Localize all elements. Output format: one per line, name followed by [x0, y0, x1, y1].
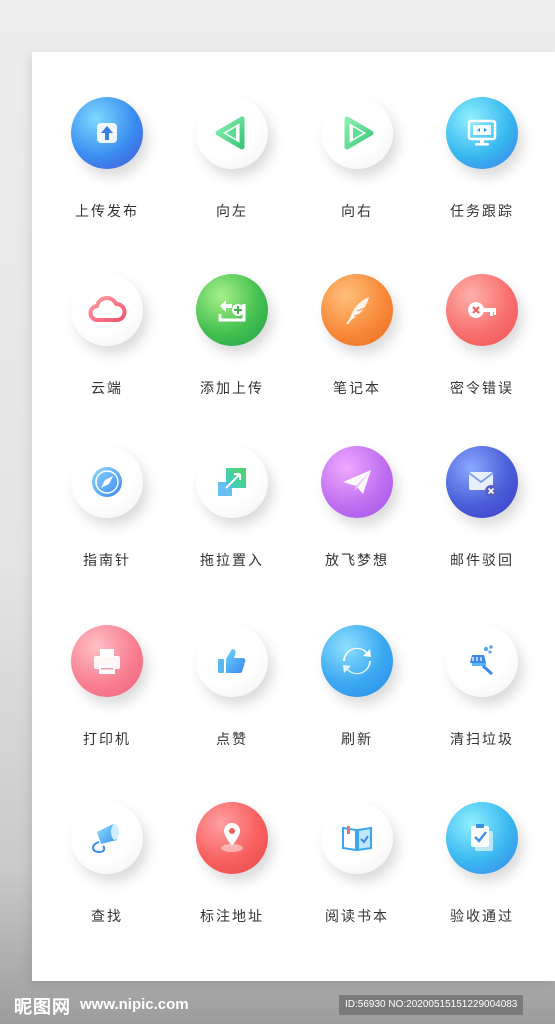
icon-tile-compass[interactable]: 指南针	[45, 446, 169, 606]
monitor-icon	[446, 97, 518, 169]
broom-icon	[446, 625, 518, 697]
icon-label: 添加上传	[200, 381, 264, 397]
upload-icon	[71, 97, 143, 169]
paper-plane-icon	[321, 446, 393, 518]
icon-tile-notebook[interactable]: 笔记本	[295, 274, 419, 434]
icon-label: 任务跟踪	[450, 204, 514, 220]
book-icon	[321, 802, 393, 874]
icon-sheet: 上传发布 向左 向右 任务跟踪 云端 添加上传 笔记本 密令错误 指南针 拖拉置…	[32, 52, 555, 981]
drag-drop-icon	[196, 446, 268, 518]
add-upload-icon	[196, 274, 268, 346]
icon-tile-mail[interactable]: 邮件驳回	[420, 446, 544, 606]
icon-label: 清扫垃圾	[450, 732, 514, 748]
icon-label: 打印机	[83, 732, 131, 748]
icon-label: 阅读书本	[325, 909, 389, 925]
icon-label: 笔记本	[333, 381, 381, 397]
feather-icon	[321, 274, 393, 346]
icon-tile-refresh[interactable]: 刷新	[295, 625, 419, 785]
image-id-tag: ID:56930 NO:20200515151229004083	[339, 995, 524, 1015]
icon-tile-printer[interactable]: 打印机	[45, 625, 169, 785]
icon-label: 点赞	[216, 732, 248, 748]
icon-tile-like[interactable]: 点赞	[170, 625, 294, 785]
arrow-right-icon	[321, 97, 393, 169]
icon-label: 邮件驳回	[450, 553, 514, 569]
printer-icon	[71, 625, 143, 697]
site-url: www.nipic.com	[80, 996, 189, 1013]
clipboard-check-icon	[446, 802, 518, 874]
icon-tile-left[interactable]: 向左	[170, 97, 294, 257]
icon-label: 拖拉置入	[200, 553, 264, 569]
icon-tile-cloud[interactable]: 云端	[45, 274, 169, 434]
watermark-footer: 昵图网 www.nipic.com ID:56930 NO:2020051515…	[0, 985, 555, 1024]
key-error-icon	[446, 274, 518, 346]
icon-tile-location[interactable]: 标注地址	[170, 802, 294, 962]
icon-label: 标注地址	[200, 909, 264, 925]
icon-label: 查找	[91, 909, 123, 925]
icon-label: 指南针	[83, 553, 131, 569]
icon-tile-dream[interactable]: 放飞梦想	[295, 446, 419, 606]
compass-icon	[71, 446, 143, 518]
thumbs-up-icon	[196, 625, 268, 697]
icon-label: 验收通过	[450, 909, 514, 925]
megaphone-icon	[71, 802, 143, 874]
icon-label: 密令错误	[450, 381, 514, 397]
icon-tile-add-upload[interactable]: 添加上传	[170, 274, 294, 434]
icon-tile-approve[interactable]: 验收通过	[420, 802, 544, 962]
icon-tile-key-error[interactable]: 密令错误	[420, 274, 544, 434]
icon-tile-task[interactable]: 任务跟踪	[420, 97, 544, 257]
site-logo: 昵图网	[14, 997, 71, 1018]
icon-label: 向左	[216, 204, 248, 220]
icon-tile-clean[interactable]: 清扫垃圾	[420, 625, 544, 785]
location-pin-icon	[196, 802, 268, 874]
icon-tile-book[interactable]: 阅读书本	[295, 802, 419, 962]
icon-tile-search[interactable]: 查找	[45, 802, 169, 962]
icon-label: 上传发布	[75, 204, 139, 220]
icon-tile-drag[interactable]: 拖拉置入	[170, 446, 294, 606]
icon-label: 云端	[91, 381, 123, 397]
mail-reject-icon	[446, 446, 518, 518]
icon-tile-upload[interactable]: 上传发布	[45, 97, 169, 257]
arrow-left-icon	[196, 97, 268, 169]
refresh-icon	[321, 625, 393, 697]
icon-label: 向右	[341, 204, 373, 220]
icon-label: 放飞梦想	[325, 553, 389, 569]
icon-label: 刷新	[341, 732, 373, 748]
icon-tile-right[interactable]: 向右	[295, 97, 419, 257]
cloud-icon	[71, 274, 143, 346]
